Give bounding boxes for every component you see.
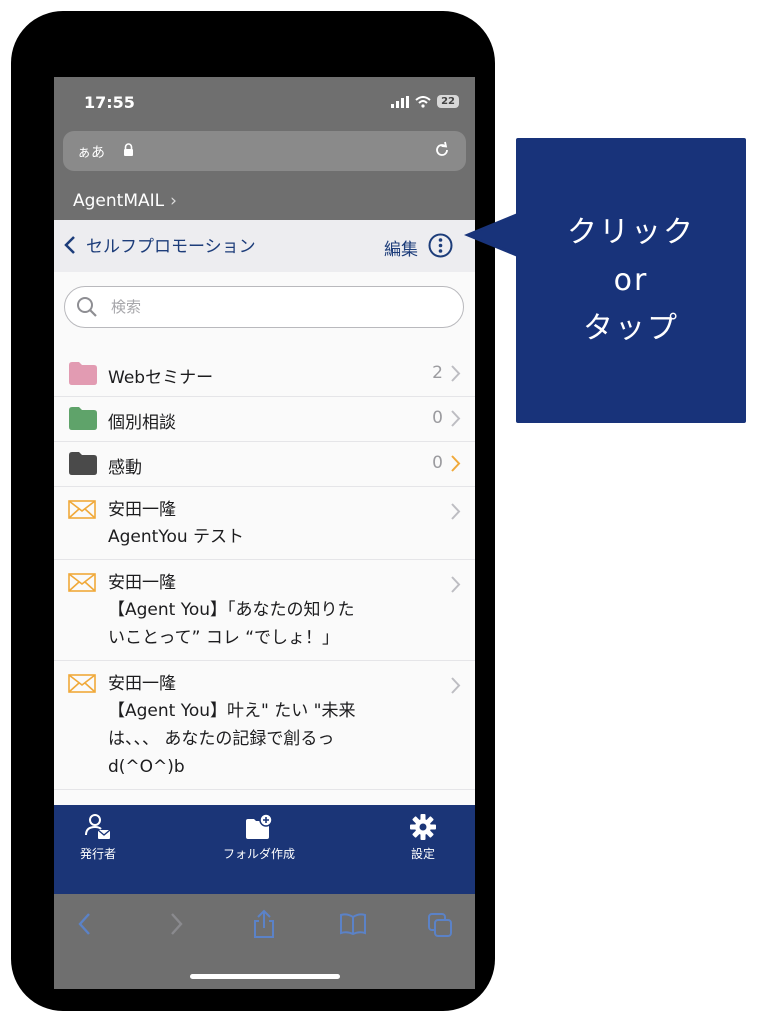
instruction-callout: クリック or タップ: [516, 138, 746, 423]
tab-bar: 発行者 フォルダ作成 設定: [54, 805, 475, 894]
tabs-icon[interactable]: [427, 912, 453, 938]
back-label: セルフプロモーション: [86, 237, 256, 257]
phone-screen: 17:55 22 ぁあ AgentMAIL › セルフプロモーション 編集 検索…: [54, 77, 475, 989]
url-bar[interactable]: ぁあ: [63, 131, 466, 171]
chevron-right-icon: [451, 410, 461, 427]
search-box: [64, 286, 464, 328]
search-icon: [77, 297, 97, 317]
forward-icon[interactable]: [169, 912, 183, 936]
gear-icon: [410, 814, 436, 840]
envelope-icon: [68, 573, 96, 592]
mail-sender: 安田一隆: [108, 573, 176, 593]
signal-icon: [391, 95, 410, 108]
callout-line: クリック: [567, 214, 695, 250]
browser-chrome: 17:55 22 ぁあ AgentMAIL ›: [54, 77, 475, 220]
tab-create-folder[interactable]: フォルダ作成: [223, 813, 295, 862]
chevron-left-icon: [64, 235, 75, 254]
callout-line: タップ: [583, 310, 679, 346]
reload-icon[interactable]: [432, 140, 452, 160]
mail-subject: AgentYou テスト: [108, 527, 245, 547]
edit-button[interactable]: 編集: [384, 235, 418, 260]
chevron-right-icon: [451, 503, 461, 520]
folder-count: 2: [432, 363, 443, 383]
lock-icon: [124, 143, 133, 156]
publisher-icon: [85, 814, 111, 839]
folder-row[interactable]: Webセミナー 2: [54, 352, 475, 397]
folder-label: 感動: [108, 458, 142, 478]
folder-row[interactable]: 感動 0: [54, 442, 475, 487]
tab-publisher[interactable]: 発行者: [80, 813, 116, 862]
back-icon[interactable]: [78, 912, 92, 936]
callout-line: or: [613, 262, 649, 298]
chevron-right-icon: [451, 455, 461, 472]
callout-pointer: [464, 212, 520, 258]
wifi-icon: [415, 95, 431, 108]
bookmarks-icon[interactable]: [339, 912, 367, 936]
folder-count: 0: [432, 453, 443, 473]
back-button[interactable]: セルフプロモーション: [64, 232, 256, 257]
mail-subject: 【Agent You】叶え" たい "未来 は、、、 あなたの記録で創るっ d(…: [108, 701, 356, 777]
folder-add-icon: [246, 813, 273, 839]
chevron-right-icon: [451, 576, 461, 593]
folder-label: 個別相談: [108, 413, 176, 433]
status-icons: 22: [391, 95, 459, 108]
share-icon[interactable]: [252, 909, 276, 939]
mail-row[interactable]: 安田一隆 【Agent You】叶え" たい "未来 は、、、 あなたの記録で創…: [54, 661, 475, 790]
tab-label: 設定: [410, 847, 435, 861]
mail-subject: 【Agent You】「あなたの知りた いことって” コレ “でしょ！」: [108, 600, 355, 648]
browser-toolbar: [54, 894, 475, 989]
mail-sender: 安田一隆: [108, 674, 176, 694]
app-header: セルフプロモーション 編集: [54, 220, 475, 272]
chevron-right-icon: ›: [170, 191, 177, 211]
mail-list: Webセミナー 2 個別相談 0 感動 0 安田一隆 AgentYou テスト …: [54, 352, 475, 790]
ellipsis-circle-icon[interactable]: [428, 233, 453, 258]
mail-row[interactable]: 安田一隆 AgentYou テスト: [54, 487, 475, 560]
tab-label: フォルダ作成: [223, 847, 296, 861]
phone-frame: 17:55 22 ぁあ AgentMAIL › セルフプロモーション 編集 検索…: [11, 11, 495, 1011]
tab-label: 発行者: [80, 847, 117, 861]
battery-indicator: 22: [437, 95, 459, 108]
breadcrumb[interactable]: AgentMAIL ›: [73, 191, 177, 211]
envelope-icon: [68, 674, 96, 693]
envelope-icon: [68, 500, 96, 519]
folder-icon: [69, 452, 97, 475]
folder-label: Webセミナー: [108, 368, 214, 388]
text-size-button[interactable]: ぁあ: [77, 142, 105, 162]
chevron-right-icon: [451, 365, 461, 382]
folder-icon: [69, 407, 97, 430]
search-input[interactable]: [109, 293, 443, 321]
folder-count: 0: [432, 408, 443, 428]
breadcrumb-label: AgentMAIL: [73, 191, 165, 211]
status-time: 17:55: [84, 93, 135, 112]
home-indicator: [190, 974, 340, 979]
folder-icon: [69, 362, 97, 385]
tab-settings[interactable]: 設定: [409, 813, 437, 862]
mail-row[interactable]: 安田一隆 【Agent You】「あなたの知りた いことって” コレ “でしょ！…: [54, 560, 475, 661]
mail-sender: 安田一隆: [108, 500, 176, 520]
chevron-right-icon: [451, 677, 461, 694]
folder-row[interactable]: 個別相談 0: [54, 397, 475, 442]
